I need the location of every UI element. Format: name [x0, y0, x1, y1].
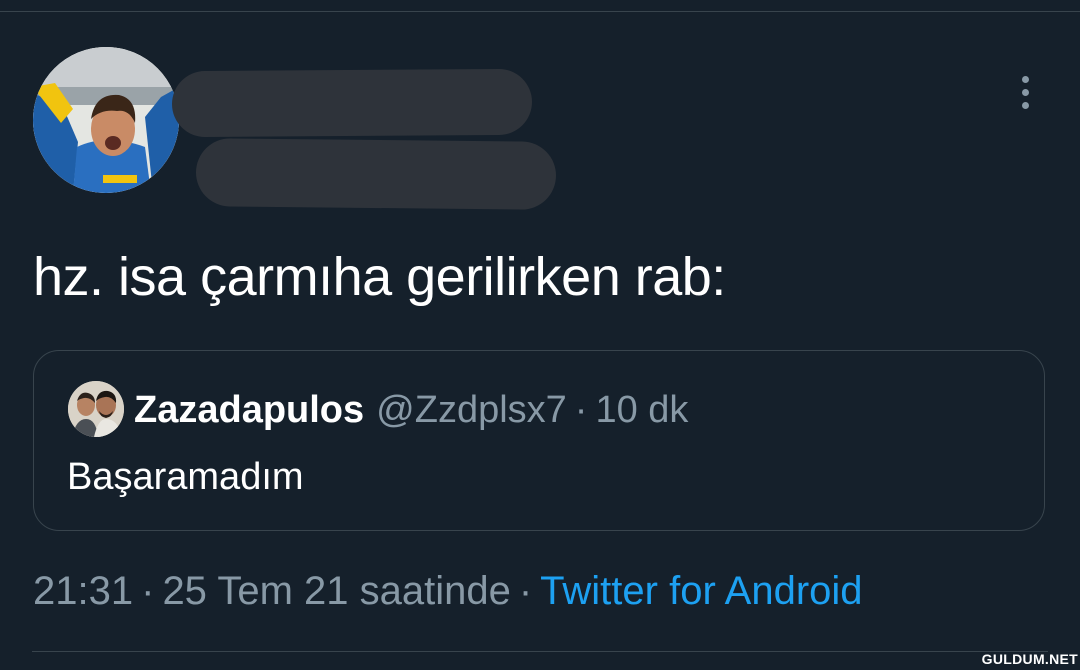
menu-dot: [1021, 88, 1029, 96]
author-avatar[interactable]: [33, 47, 179, 193]
quoted-tweet-age: 10 dk: [595, 389, 689, 431]
quoted-display-name[interactable]: Zazadapulos: [134, 389, 364, 431]
meta-separator: ·: [141, 569, 155, 613]
tweet-metadata: 21:31 · 25 Tem 21 saatinde · Twitter for And…: [33, 566, 863, 616]
quoted-tweet-card[interactable]: Zazadapulos @Zzdplsx7 · 10 dk Başaramadım: [33, 350, 1045, 531]
quoted-tweet-text: Başaramadım: [67, 456, 304, 498]
tweet-date: 25 Tem 21 saatinde: [162, 569, 511, 613]
quoted-author-avatar-photo: [68, 381, 124, 437]
quoted-author-avatar[interactable]: [68, 381, 124, 437]
bottom-divider: [32, 651, 1048, 652]
quoted-header-separator: ·: [574, 389, 588, 431]
tweet-time: 21:31: [33, 569, 134, 613]
top-divider: [0, 11, 1080, 12]
author-avatar-photo: [33, 47, 179, 193]
redacted-username: [195, 138, 557, 210]
quoted-handle[interactable]: @Zzdplsx7: [376, 389, 567, 431]
watermark: GULDUM.NET: [981, 651, 1078, 667]
more-vertical-icon[interactable]: [1008, 70, 1042, 114]
tweet-source-link[interactable]: Twitter for Android: [540, 569, 862, 613]
quoted-tweet-header: Zazadapulos @Zzdplsx7 · 10 dk: [134, 387, 688, 433]
tweet-text: hz. isa çarmıha gerilirken rab:: [33, 247, 726, 307]
menu-dot: [1021, 101, 1029, 109]
redacted-display-name: [171, 68, 533, 138]
menu-dot: [1021, 75, 1029, 83]
tweet-detail-screen: hz. isa çarmıha gerilirken rab: Zazadapu…: [0, 0, 1080, 670]
meta-separator: ·: [518, 569, 533, 613]
